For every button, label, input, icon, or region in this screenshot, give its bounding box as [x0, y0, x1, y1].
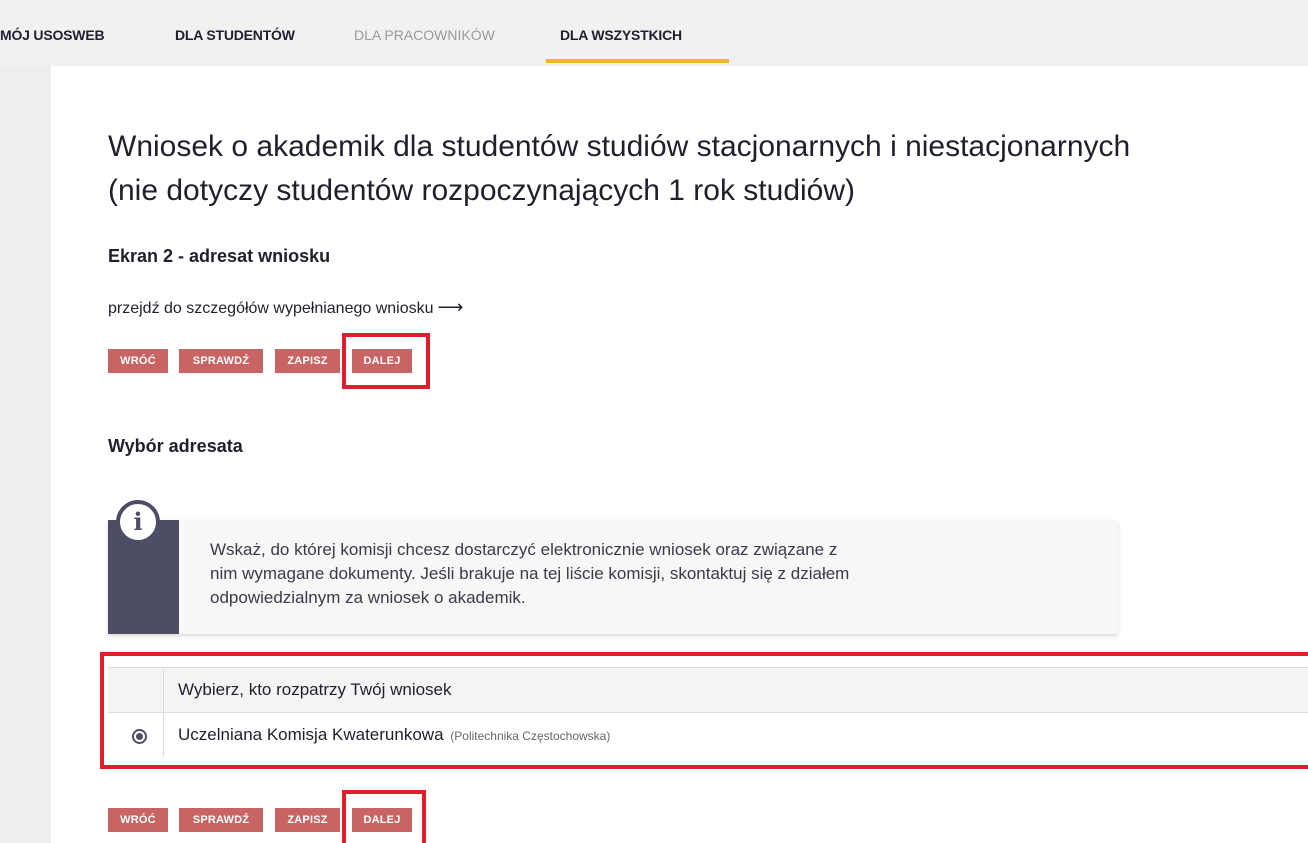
save-button[interactable]: ZAPISZ	[275, 349, 340, 373]
nav-item-dla-studentow[interactable]: DLA STUDENTÓW	[175, 27, 295, 43]
check-button-bottom[interactable]: SPRAWDŹ	[179, 808, 263, 832]
info-text: Wskaż, do której komisji chcesz dostarcz…	[210, 540, 850, 607]
nav-item-moj-usosweb[interactable]: MÓJ USOSWEB	[0, 27, 105, 43]
table-header-select-cell	[108, 668, 164, 712]
check-button[interactable]: SPRAWDŹ	[179, 349, 263, 373]
recipient-table: Wybierz, kto rozpatrzy Twój wniosek Ucze…	[108, 667, 1308, 757]
active-tab-indicator	[546, 59, 729, 63]
nav-item-dla-pracownikow[interactable]: DLA PRACOWNIKÓW	[354, 27, 495, 43]
table-header-row: Wybierz, kto rozpatrzy Twój wniosek	[108, 668, 1308, 713]
back-button[interactable]: WRÓĆ	[108, 349, 168, 373]
page-title-line2: (nie dotyczy studentów rozpoczynających …	[108, 174, 856, 207]
page-title: Wniosek o akademik dla studentów studiów…	[108, 125, 1308, 213]
back-button-bottom[interactable]: WRÓĆ	[108, 808, 168, 832]
recipient-org: (Politechnika Częstochowska)	[450, 729, 611, 743]
save-button-bottom[interactable]: ZAPISZ	[275, 808, 340, 832]
next-button-bottom[interactable]: DALEJ	[352, 808, 412, 832]
recipient-radio[interactable]	[132, 729, 147, 744]
next-button[interactable]: DALEJ	[352, 349, 412, 373]
left-gutter	[0, 66, 51, 843]
arrow-right-icon: ⟶	[437, 297, 464, 317]
table-header-label: Wybierz, kto rozpatrzy Twój wniosek	[178, 680, 452, 699]
top-navigation: MÓJ USOSWEB DLA STUDENTÓW DLA PRACOWNIKÓ…	[0, 0, 1308, 66]
nav-item-dla-wszystkich[interactable]: DLA WSZYSTKICH	[560, 27, 682, 43]
recipient-label: Uczelniana Komisja Kwaterunkowa (Politec…	[178, 725, 610, 745]
screen-heading: Ekran 2 - adresat wniosku	[108, 246, 331, 266]
table-row-select-cell	[108, 713, 164, 757]
page-title-line1: Wniosek o akademik dla studentów studiów…	[108, 130, 1131, 163]
table-row[interactable]: Uczelniana Komisja Kwaterunkowa (Politec…	[108, 713, 1308, 757]
details-link-label: przejdź do szczegółów wypełnianego wnios…	[108, 300, 434, 317]
section-heading: Wybór adresata	[108, 436, 243, 456]
info-icon: i	[116, 500, 160, 544]
details-link[interactable]: przejdź do szczegółów wypełnianego wnios…	[108, 297, 463, 318]
recipient-name: Uczelniana Komisja Kwaterunkowa	[178, 725, 444, 744]
